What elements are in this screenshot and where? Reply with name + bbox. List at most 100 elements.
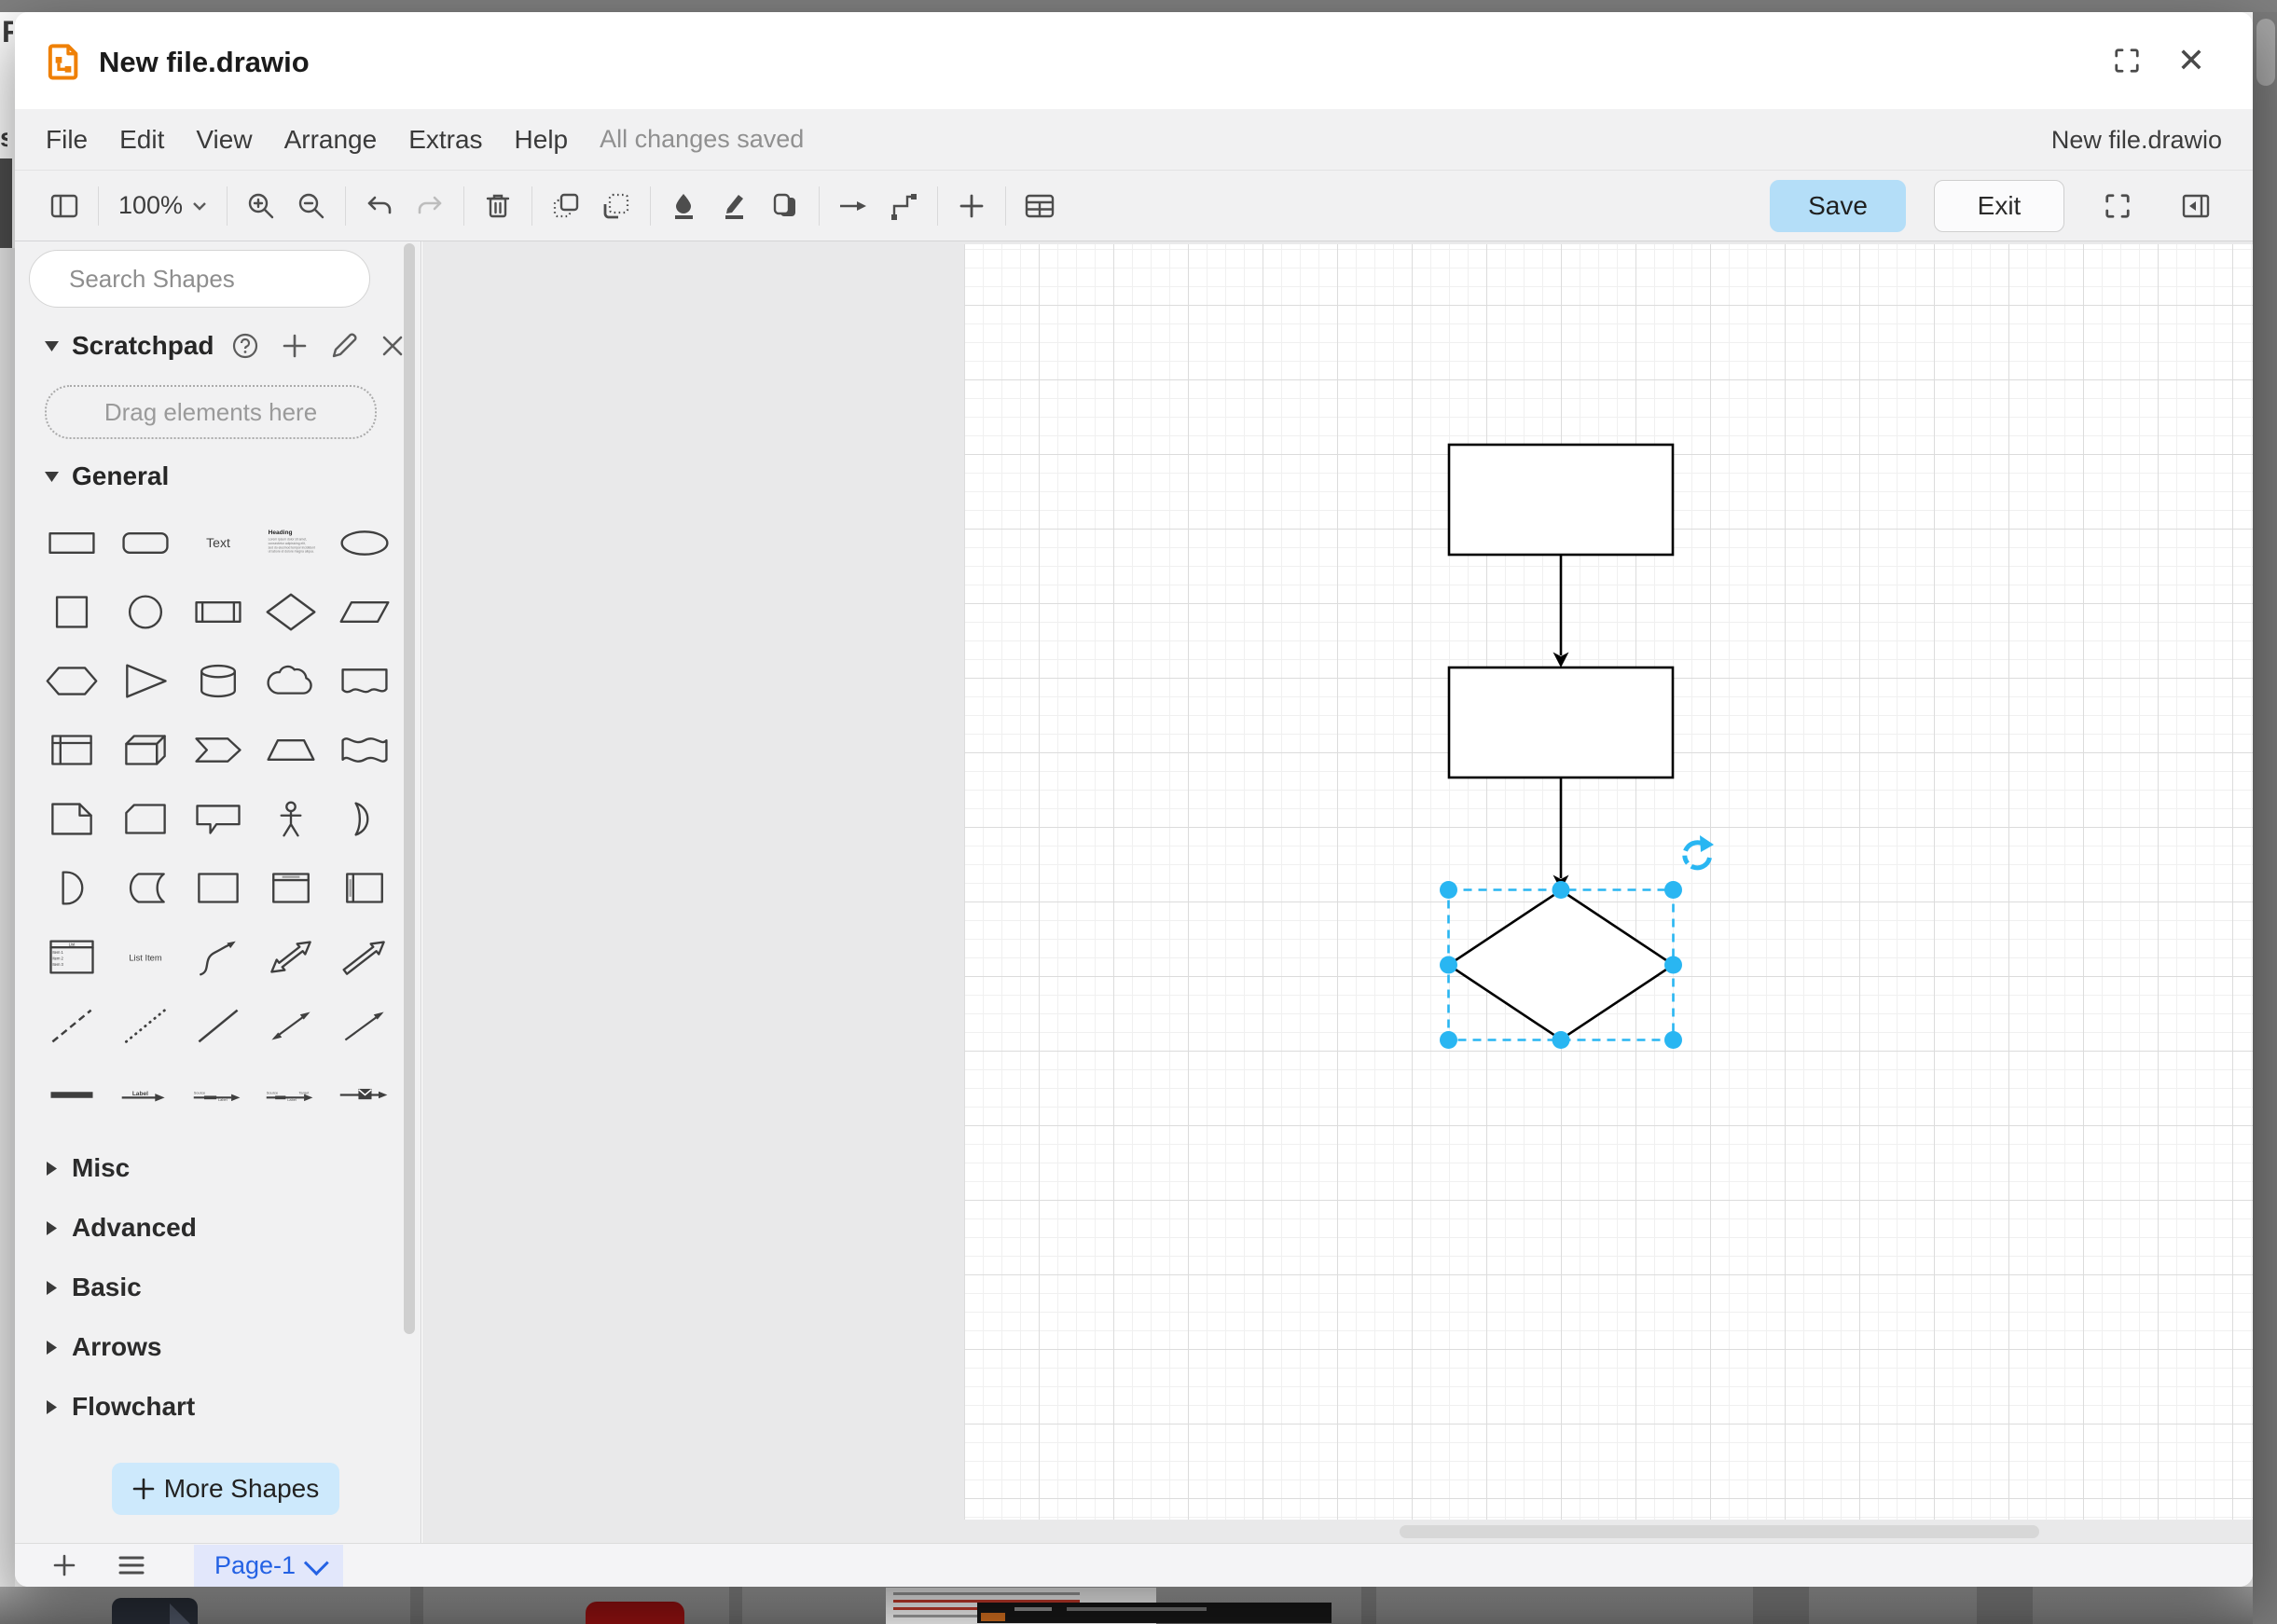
shape-tape[interactable]: [328, 715, 401, 784]
waypoint-connector-icon[interactable]: [878, 180, 929, 232]
shape-arrow[interactable]: [328, 922, 401, 991]
shape-cylinder[interactable]: [182, 646, 255, 715]
edit-pencil-icon[interactable]: [330, 332, 358, 360]
shape-parallelogram[interactable]: [328, 577, 401, 646]
to-back-icon[interactable]: [591, 180, 642, 232]
shape-actor[interactable]: [255, 784, 327, 853]
shape-arrow-source-target[interactable]: SourceLabelTarget: [255, 1060, 327, 1129]
to-front-icon[interactable]: [541, 180, 591, 232]
close-icon[interactable]: [380, 334, 405, 358]
section-arrows[interactable]: Arrows: [15, 1317, 421, 1377]
menu-extras[interactable]: Extras: [408, 125, 482, 155]
more-shapes-button[interactable]: More Shapes: [112, 1463, 339, 1515]
shape-bidirectional-arrow[interactable]: [255, 922, 327, 991]
exit-button[interactable]: Exit: [1934, 180, 2064, 232]
shape-arrow-source-label[interactable]: SourceLabel: [182, 1060, 255, 1129]
shape-callout[interactable]: [182, 784, 255, 853]
shape-hexagon[interactable]: [35, 646, 108, 715]
flow-rectangle-1[interactable]: [1449, 445, 1673, 555]
help-icon[interactable]: [231, 332, 259, 360]
shape-container[interactable]: [182, 853, 255, 922]
shape-square[interactable]: [35, 577, 108, 646]
search-input[interactable]: [67, 264, 383, 295]
window-fullscreen-icon[interactable]: [2112, 46, 2142, 76]
undo-icon[interactable]: [354, 180, 405, 232]
collapse-format-panel-icon[interactable]: [2171, 180, 2221, 232]
section-flowchart[interactable]: Flowchart: [15, 1377, 421, 1437]
shape-internal-storage[interactable]: [35, 715, 108, 784]
shape-document[interactable]: [328, 646, 401, 715]
shape-and[interactable]: [35, 853, 108, 922]
shape-textbox[interactable]: HeadingLorem ipsum dolor sit amet,consec…: [255, 508, 327, 577]
search-shapes-field[interactable]: [29, 250, 370, 308]
scratchpad-header[interactable]: Scratchpad: [15, 327, 421, 365]
shape-data-storage[interactable]: [108, 853, 181, 922]
section-misc[interactable]: Misc: [15, 1138, 421, 1198]
shape-circle[interactable]: [108, 577, 181, 646]
pages-menu-icon[interactable]: [110, 1544, 153, 1587]
menu-view[interactable]: View: [196, 125, 252, 155]
fill-color-icon[interactable]: [659, 180, 710, 232]
shadow-icon[interactable]: [760, 180, 810, 232]
shape-or[interactable]: [328, 784, 401, 853]
horizontal-scrollbar[interactable]: [1400, 1525, 2039, 1538]
shape-horizontal-container[interactable]: [328, 853, 401, 922]
shape-cube[interactable]: [108, 715, 181, 784]
page-tab[interactable]: Page-1: [194, 1545, 343, 1587]
shape-rounded-rectangle[interactable]: [108, 508, 181, 577]
scratchpad-dropzone[interactable]: Drag elements here: [45, 385, 377, 439]
shape-trapezoid[interactable]: [255, 715, 327, 784]
rotate-handle-icon[interactable]: [1685, 835, 1714, 868]
delete-icon[interactable]: [473, 180, 523, 232]
shape-ellipse[interactable]: [328, 508, 401, 577]
flow-diamond-selected[interactable]: [1449, 890, 1674, 1039]
shape-triangle[interactable]: [108, 646, 181, 715]
menu-file[interactable]: File: [46, 125, 88, 155]
zoom-in-icon[interactable]: [236, 180, 286, 232]
section-basic[interactable]: Basic: [15, 1258, 421, 1317]
background-address-panel: [977, 1603, 1332, 1623]
shape-dotted-line[interactable]: [108, 991, 181, 1060]
menu-arrange[interactable]: Arrange: [284, 125, 378, 155]
shape-directional-connector[interactable]: [328, 991, 401, 1060]
general-section-header[interactable]: General: [15, 458, 421, 495]
add-icon[interactable]: [282, 333, 308, 359]
shape-arrow-envelope[interactable]: [328, 1060, 401, 1129]
shape-curve[interactable]: [182, 922, 255, 991]
shape-dashed-line[interactable]: [35, 991, 108, 1060]
shape-bidirectional-connector[interactable]: [255, 991, 327, 1060]
line-color-icon[interactable]: [710, 180, 760, 232]
shape-text[interactable]: Text: [182, 508, 255, 577]
flow-rectangle-2[interactable]: [1449, 667, 1673, 778]
add-page-icon[interactable]: [43, 1544, 86, 1587]
background-thumbnail: [586, 1602, 684, 1624]
section-advanced[interactable]: Advanced: [15, 1198, 421, 1258]
save-button[interactable]: Save: [1770, 180, 1906, 232]
insert-icon[interactable]: [946, 180, 997, 232]
fullscreen-icon[interactable]: [2092, 180, 2143, 232]
shape-cloud[interactable]: [255, 646, 327, 715]
window-close-icon[interactable]: ✕: [2176, 46, 2206, 76]
shape-list-item[interactable]: List Item: [108, 922, 181, 991]
svg-text:Target: Target: [299, 1090, 310, 1094]
menu-edit[interactable]: Edit: [119, 125, 164, 155]
shape-line[interactable]: [182, 991, 255, 1060]
shape-rectangle[interactable]: [35, 508, 108, 577]
shape-card[interactable]: [108, 784, 181, 853]
shape-list[interactable]: ListItem 1Item 2Item 3: [35, 922, 108, 991]
shape-vertical-container[interactable]: [255, 853, 327, 922]
shape-note[interactable]: [35, 784, 108, 853]
shape-step[interactable]: [182, 715, 255, 784]
zoom-out-icon[interactable]: [286, 180, 337, 232]
diagram-canvas[interactable]: [964, 244, 2253, 1520]
sidebar-scrollbar[interactable]: [404, 243, 415, 1334]
table-icon[interactable]: [1014, 180, 1065, 232]
menu-help[interactable]: Help: [515, 125, 569, 155]
zoom-dropdown[interactable]: 100%: [107, 191, 218, 220]
shape-arrow-with-label[interactable]: Label: [108, 1060, 181, 1129]
connection-arrow-icon[interactable]: [828, 180, 878, 232]
shape-link[interactable]: [35, 1060, 108, 1129]
toggle-shapes-panel-icon[interactable]: [39, 180, 90, 232]
shape-process[interactable]: [182, 577, 255, 646]
shape-diamond[interactable]: [255, 577, 327, 646]
